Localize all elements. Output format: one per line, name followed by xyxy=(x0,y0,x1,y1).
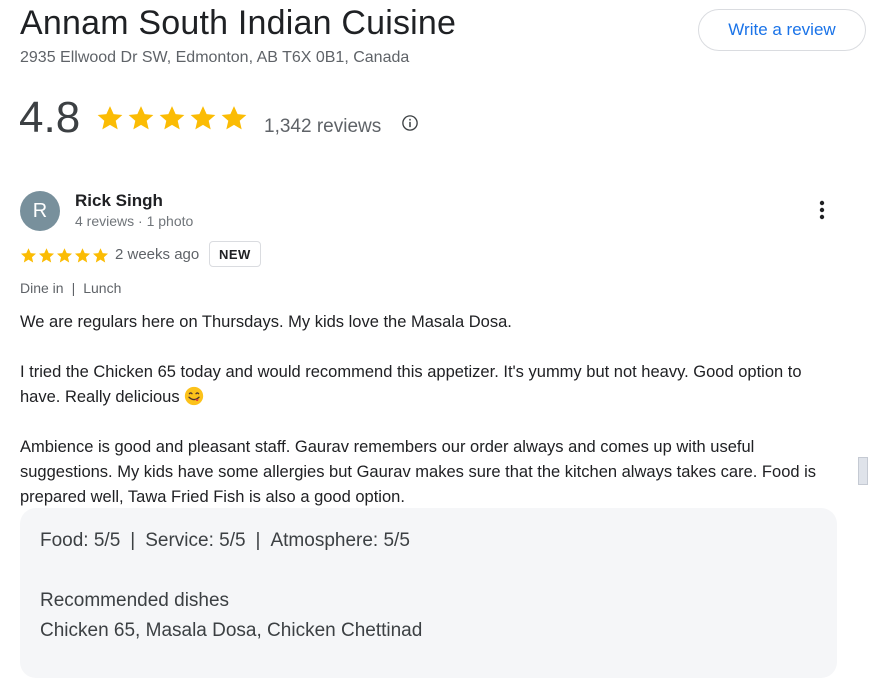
recommended-dishes-list: Chicken 65, Masala Dosa, Chicken Chettin… xyxy=(40,620,423,641)
star-icon xyxy=(221,106,247,130)
review-paragraph: Ambience is good and pleasant staff. Gau… xyxy=(20,438,817,506)
info-icon[interactable] xyxy=(401,114,419,132)
place-title: Annam South Indian Cuisine xyxy=(20,4,457,42)
score-separator: | xyxy=(255,530,261,551)
review-date: 2 weeks ago xyxy=(115,246,200,263)
star-icon xyxy=(159,106,185,130)
star-icon xyxy=(92,248,109,263)
rating-stars xyxy=(96,104,248,132)
star-icon xyxy=(97,106,123,130)
new-badge: NEW xyxy=(209,241,261,267)
review-tags: Dine in | Lunch xyxy=(20,280,121,296)
write-review-button[interactable]: Write a review xyxy=(698,9,866,51)
tag-separator: | xyxy=(71,280,76,296)
place-address: 2935 Ellwood Dr SW, Edmonton, AB T6X 0B1… xyxy=(20,49,410,66)
tag-lunch: Lunch xyxy=(83,280,122,296)
review-paragraph: We are regulars here on Thursdays. My ki… xyxy=(20,313,512,331)
yum-face-emoji-icon xyxy=(184,386,203,406)
atmosphere-score: Atmosphere: 5/5 xyxy=(270,530,410,551)
review-body: We are regulars here on Thursdays. My ki… xyxy=(20,310,840,510)
review-paragraph-text: I tried the Chicken 65 today and would r… xyxy=(20,363,802,406)
scrollbar-thumb[interactable] xyxy=(858,457,868,485)
score-separator: | xyxy=(130,530,136,551)
more-vert-icon[interactable] xyxy=(810,198,834,222)
star-icon xyxy=(74,248,91,263)
recommended-dishes-label: Recommended dishes xyxy=(40,590,230,611)
review-summary-box: Food: 5/5 | Service: 5/5 | Atmosphere: 5/5 R… xyxy=(20,508,837,678)
tag-dine-in: Dine in xyxy=(20,280,64,296)
star-icon xyxy=(38,248,55,263)
reviewer-name[interactable]: Rick Singh xyxy=(75,191,163,211)
review-paragraph: I tried the Chicken 65 today and would r… xyxy=(20,360,840,410)
star-icon xyxy=(56,248,73,263)
star-icon xyxy=(128,106,154,130)
avatar[interactable]: R xyxy=(20,191,60,231)
rating-value: 4.8 xyxy=(19,93,81,142)
service-score: Service: 5/5 xyxy=(145,530,246,551)
review-count-link[interactable]: 1,342 reviews xyxy=(264,116,381,138)
star-icon xyxy=(20,248,37,263)
score-line: Food: 5/5 | Service: 5/5 | Atmosphere: 5/5 xyxy=(40,530,817,552)
review-stars xyxy=(20,247,109,264)
food-score: Food: 5/5 xyxy=(40,530,121,551)
star-icon xyxy=(190,106,216,130)
reviewer-meta: 4 reviews · 1 photo xyxy=(75,213,194,229)
